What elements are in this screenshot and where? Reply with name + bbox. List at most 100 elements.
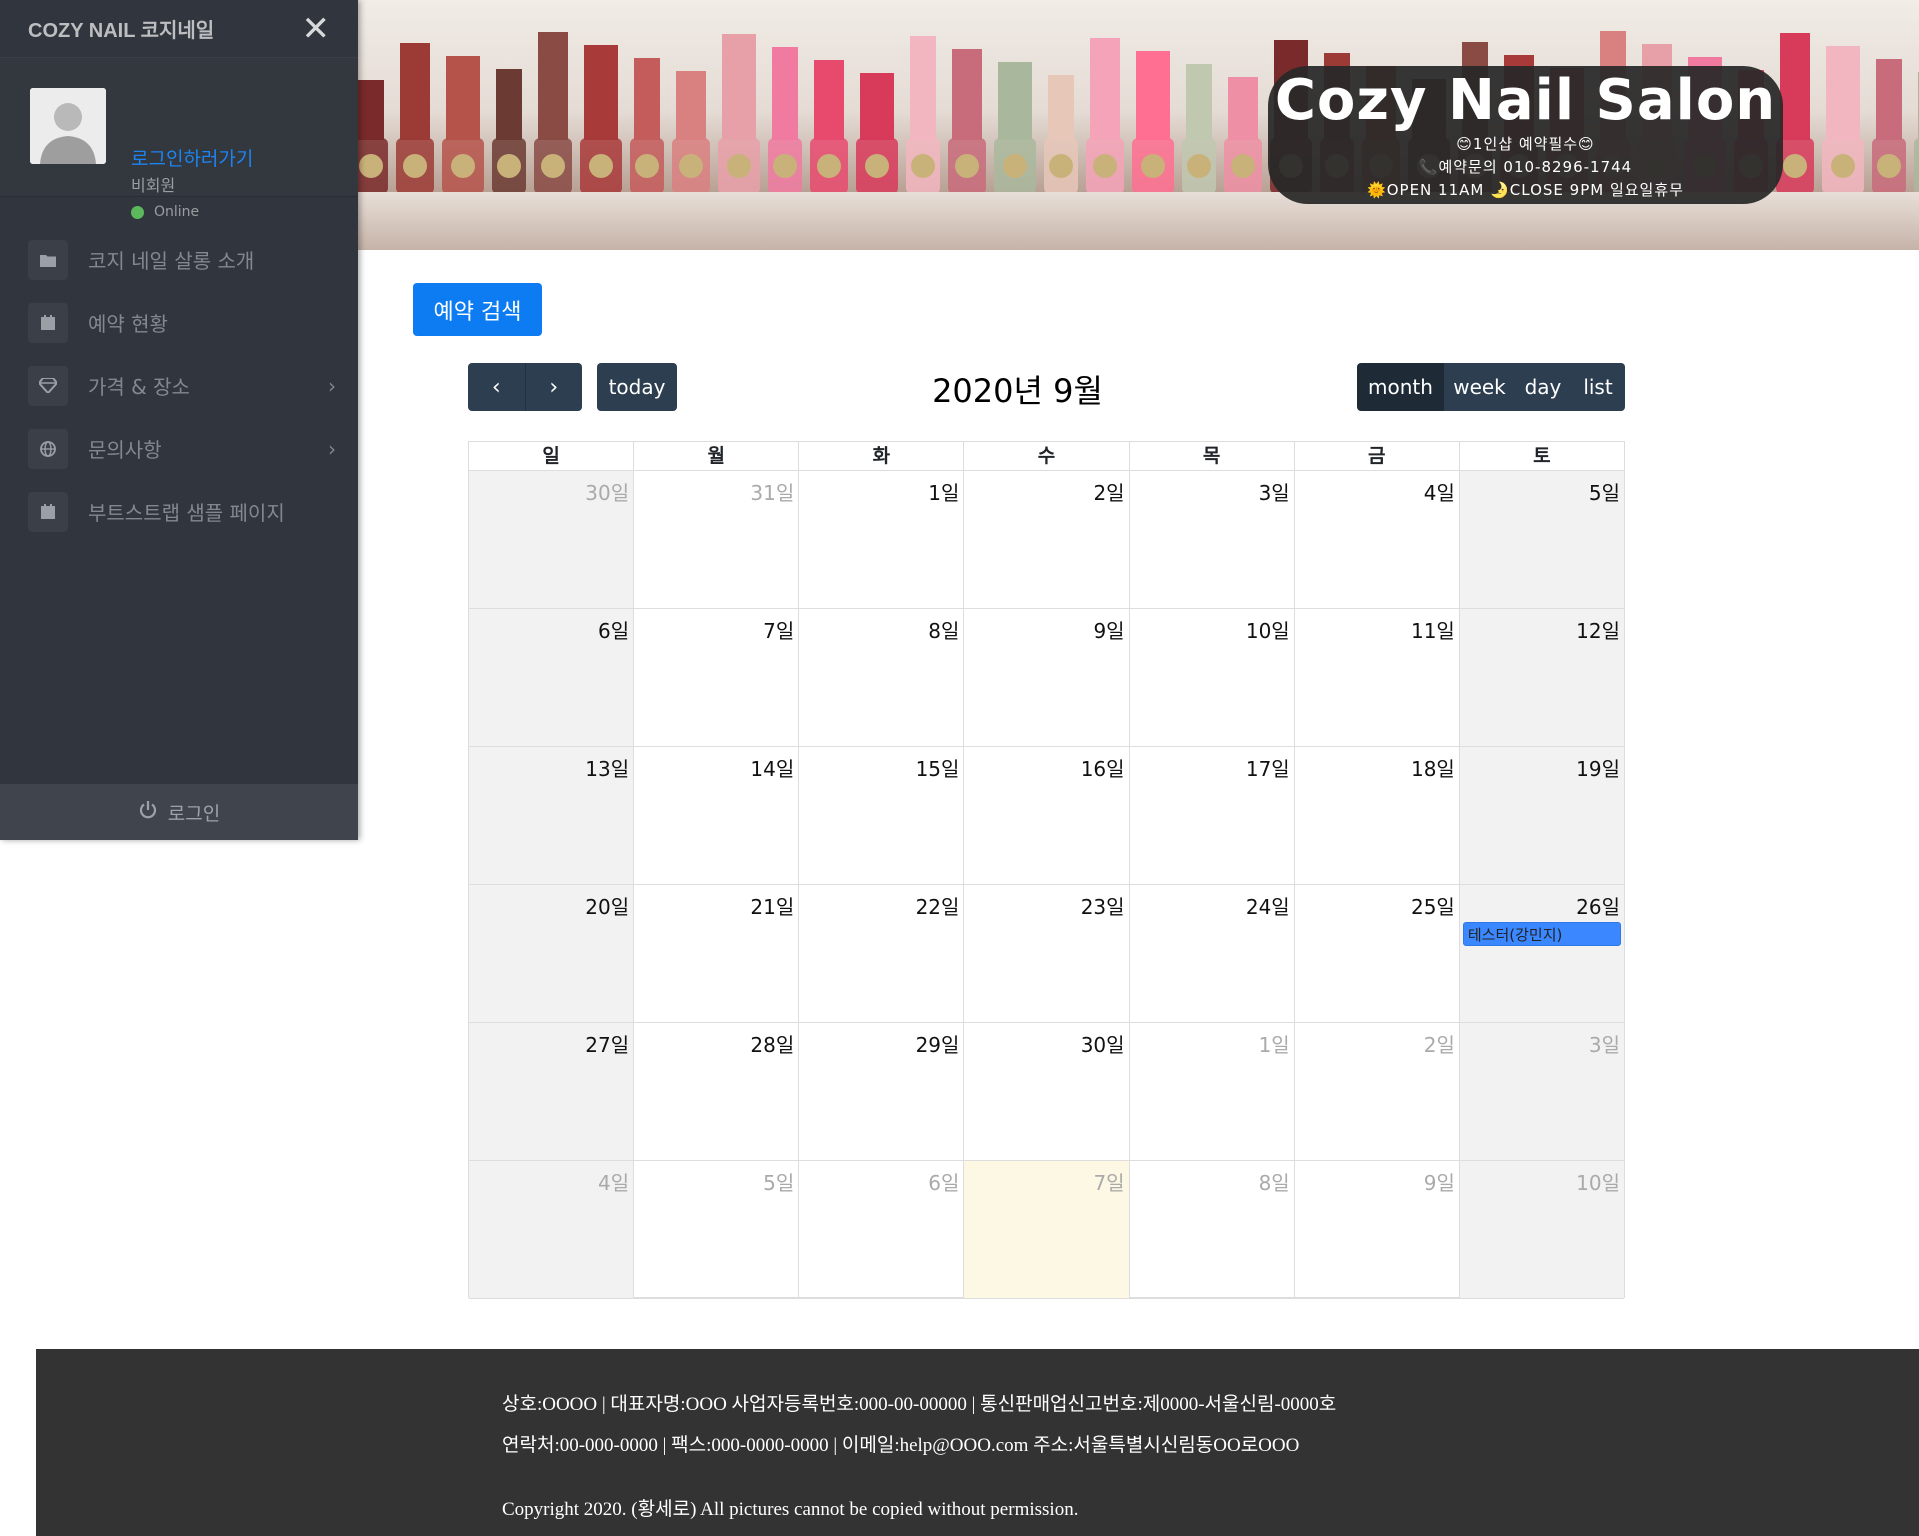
calendar-day-cell[interactable]: 10일 [1129,609,1295,747]
calendar-day-cell[interactable]: 2일 [964,471,1130,609]
sidebar-login-button[interactable]: 로그인 [0,784,358,840]
calendar-day-cell[interactable]: 3일 [1459,1023,1624,1161]
day-number[interactable]: 1일 [1259,1029,1290,1058]
day-number[interactable]: 15일 [916,753,960,782]
day-number[interactable]: 21일 [750,891,794,920]
calendar-day-cell[interactable]: 13일 [469,747,635,885]
next-month-button[interactable]: › [526,363,583,411]
calendar-day-cell[interactable]: 3일 [1129,471,1295,609]
day-number[interactable]: 19일 [1576,753,1620,782]
calendar-day-cell[interactable]: 8일 [799,609,965,747]
day-number[interactable]: 6일 [928,1167,959,1196]
day-number[interactable]: 4일 [598,1167,629,1196]
calendar-day-cell[interactable]: 6일 [799,1161,965,1299]
calendar-day-cell[interactable]: 28일 [634,1023,800,1161]
day-number[interactable]: 31일 [750,477,794,506]
day-number[interactable]: 16일 [1081,753,1125,782]
day-number[interactable]: 12일 [1576,615,1620,644]
calendar-day-cell[interactable]: 15일 [799,747,965,885]
day-number[interactable]: 1일 [928,477,959,506]
calendar-day-cell[interactable]: 4일 [469,1161,635,1299]
sidebar-item-bootstrap-sample[interactable]: 부트스트랩 샘플 페이지 [0,480,358,543]
calendar-day-cell[interactable]: 11일 [1294,609,1460,747]
day-number[interactable]: 9일 [1424,1167,1455,1196]
calendar-day-cell[interactable]: 1일 [799,471,965,609]
calendar-day-cell[interactable]: 29일 [799,1023,965,1161]
day-number[interactable]: 30일 [585,477,629,506]
calendar-day-cell[interactable]: 5일 [1459,471,1624,609]
calendar-day-cell[interactable]: 31일 [634,471,800,609]
day-number[interactable]: 9일 [1093,615,1124,644]
day-number[interactable]: 30일 [1081,1029,1125,1058]
calendar-day-cell[interactable]: 5일 [634,1161,800,1299]
day-number[interactable]: 3일 [1259,477,1290,506]
sidebar-item-reservations[interactable]: 예약 현황 [0,291,358,354]
day-number[interactable]: 14일 [750,753,794,782]
sidebar-item-price-location[interactable]: 가격 & 장소 › [0,354,358,417]
day-number[interactable]: 22일 [916,891,960,920]
day-number[interactable]: 29일 [916,1029,960,1058]
calendar-day-cell[interactable]: 25일 [1294,885,1460,1023]
prev-month-button[interactable]: ‹ [468,363,526,411]
calendar-day-cell[interactable]: 7일 [634,609,800,747]
day-number[interactable]: 24일 [1246,891,1290,920]
calendar-day-cell[interactable]: 1일 [1129,1023,1295,1161]
view-week-button[interactable]: week [1444,363,1515,411]
day-number[interactable]: 11일 [1411,615,1455,644]
calendar-day-cell[interactable]: 30일 [469,471,635,609]
day-number[interactable]: 25일 [1411,891,1455,920]
sidebar-item-inquiry[interactable]: 문의사항 › [0,417,358,480]
sidebar-item-intro[interactable]: 코지 네일 살롱 소개 [0,228,358,291]
calendar-day-cell[interactable]: 24일 [1129,885,1295,1023]
calendar-day-cell[interactable]: 7일 [964,1161,1130,1299]
day-number[interactable]: 2일 [1424,1029,1455,1058]
day-number[interactable]: 8일 [928,615,959,644]
calendar-day-cell[interactable]: 2일 [1294,1023,1460,1161]
view-month-button[interactable]: month [1357,363,1444,411]
day-number[interactable]: 7일 [1093,1167,1124,1196]
calendar-event[interactable]: 테스터(강민지) [1462,922,1621,946]
reservation-search-button[interactable]: 예약 검색 [413,283,542,336]
calendar-day-cell[interactable]: 9일 [964,609,1130,747]
calendar-day-cell[interactable]: 19일 [1459,747,1624,885]
close-icon[interactable]: ✕ [302,12,331,46]
day-number[interactable]: 18일 [1411,753,1455,782]
calendar-day-cell[interactable]: 20일 [469,885,635,1023]
day-number[interactable]: 3일 [1589,1029,1620,1058]
day-number[interactable]: 13일 [585,753,629,782]
day-number[interactable]: 7일 [763,615,794,644]
day-number[interactable]: 10일 [1576,1167,1620,1196]
day-number[interactable]: 28일 [750,1029,794,1058]
day-number[interactable]: 5일 [1589,477,1620,506]
day-number[interactable]: 26일 [1576,891,1620,920]
view-day-button[interactable]: day [1515,363,1571,411]
calendar-day-cell[interactable]: 18일 [1294,747,1460,885]
day-number[interactable]: 10일 [1246,615,1290,644]
calendar-day-cell[interactable]: 23일 [964,885,1130,1023]
calendar-day-cell[interactable]: 21일 [634,885,800,1023]
day-number[interactable]: 17일 [1246,753,1290,782]
calendar-day-cell[interactable]: 26일 테스터(강민지) [1459,885,1624,1023]
calendar-day-cell[interactable]: 14일 [634,747,800,885]
calendar-day-cell[interactable]: 22일 [799,885,965,1023]
calendar-day-cell[interactable]: 4일 [1294,471,1460,609]
today-button[interactable]: today [597,363,677,411]
day-number[interactable]: 4일 [1424,477,1455,506]
day-number[interactable]: 5일 [763,1167,794,1196]
day-number[interactable]: 2일 [1093,477,1124,506]
day-number[interactable]: 8일 [1259,1167,1290,1196]
calendar-day-cell[interactable]: 9일 [1294,1161,1460,1299]
calendar-day-cell[interactable]: 17일 [1129,747,1295,885]
calendar-day-cell[interactable]: 8일 [1129,1161,1295,1299]
calendar-day-cell[interactable]: 6일 [469,609,635,747]
day-number[interactable]: 6일 [598,615,629,644]
login-link[interactable]: 로그인하러가기 [131,144,253,171]
calendar-day-cell[interactable]: 27일 [469,1023,635,1161]
calendar-day-cell[interactable]: 10일 [1459,1161,1624,1299]
calendar-day-cell[interactable]: 12일 [1459,609,1624,747]
calendar-day-cell[interactable]: 16일 [964,747,1130,885]
day-number[interactable]: 27일 [585,1029,629,1058]
view-list-button[interactable]: list [1571,363,1625,411]
day-number[interactable]: 20일 [585,891,629,920]
day-number[interactable]: 23일 [1081,891,1125,920]
